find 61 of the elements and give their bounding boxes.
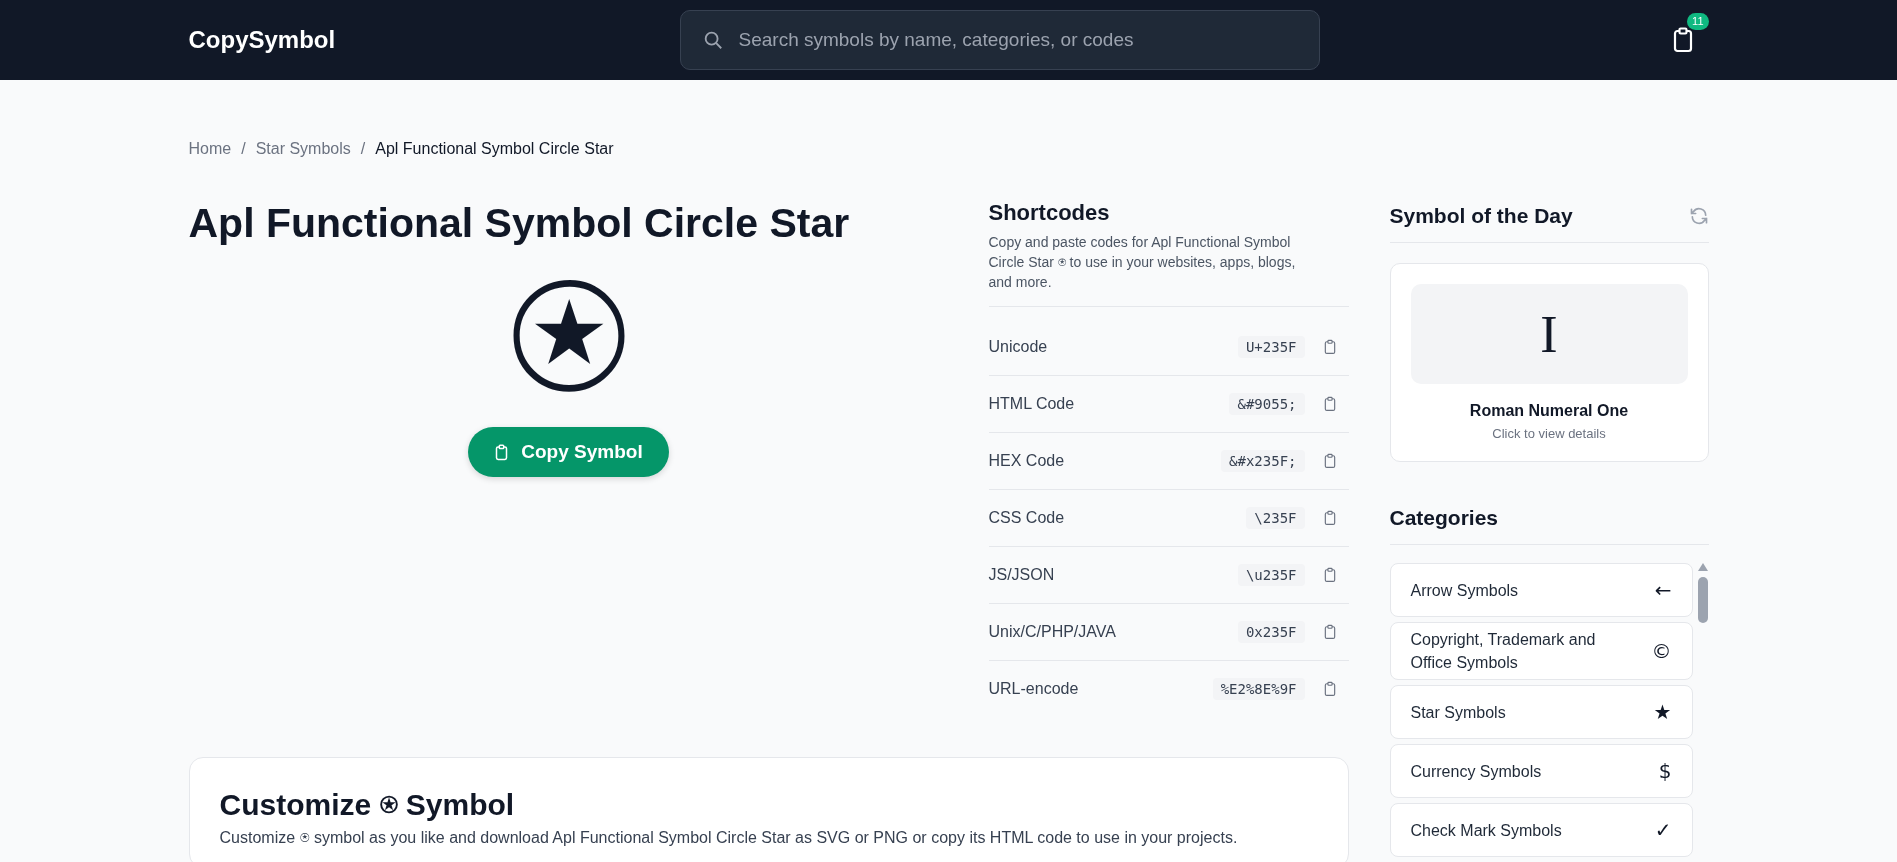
code-value: 0x235F: [1237, 621, 1305, 643]
category-symbol: ←: [1654, 578, 1672, 602]
copy-icon[interactable]: [1322, 567, 1337, 583]
copy-icon[interactable]: [1322, 396, 1337, 412]
category-symbol: ✓: [1654, 818, 1672, 842]
category-name: Star Symbols: [1410, 702, 1507, 723]
scroll-up-icon[interactable]: [1697, 563, 1708, 571]
code-value: U+235F: [1237, 336, 1305, 358]
breadcrumb-separator: /: [241, 140, 246, 158]
category-symbol: ★: [1653, 700, 1672, 724]
code-label: URL-encode: [988, 680, 1080, 698]
breadcrumb-link[interactable]: Home: [188, 140, 232, 158]
category-name: Check Mark Symbols: [1410, 820, 1563, 841]
copy-icon[interactable]: [1322, 510, 1337, 526]
clipboard-icon: [494, 443, 510, 461]
code-label: HEX Code: [988, 452, 1066, 470]
code-value: %E2%8E%9F: [1212, 678, 1305, 700]
symbol-glyph: ⍟: [508, 261, 629, 411]
section-heading: Shortcodes: [988, 200, 1111, 226]
breadcrumb-link[interactable]: Apl Functional Symbol Circle Star: [375, 140, 614, 158]
category-item[interactable]: Arrow Symbols ←: [1389, 563, 1693, 617]
category-name: Arrow Symbols: [1410, 580, 1520, 601]
section-description: Copy and paste codes for Apl Functional Symbol Circle Star ⍟ to use in your websites, apps, blogs, and more.: [988, 232, 1349, 307]
category-item[interactable]: Copyright, Trademark and Office Symbols ©: [1389, 622, 1693, 680]
scrollbar[interactable]: [1696, 563, 1709, 623]
sidebar-heading: Categories: [1389, 506, 1499, 530]
category-item[interactable]: Check Mark Symbols ✓: [1389, 803, 1693, 857]
copy-symbol-button[interactable]: Copy Symbol: [468, 427, 669, 477]
copy-icon[interactable]: [1322, 453, 1337, 469]
category-name: Copyright, Trademark and Office Symbols: [1410, 630, 1597, 673]
code-value: \u235F: [1237, 564, 1305, 586]
category-item[interactable]: Star Symbols ★: [1389, 685, 1693, 739]
logo[interactable]: CopySymbol: [188, 26, 680, 54]
count-badge: 11: [1687, 13, 1709, 30]
code-label: CSS Code: [988, 509, 1066, 527]
section-heading: Customize ⍟ Symbol: [219, 788, 516, 823]
symbol-card[interactable]: I Roman Numeral One Click to view details: [1389, 263, 1709, 462]
refresh-icon[interactable]: [1688, 206, 1709, 226]
code-label: Unix/C/PHP/JAVA: [988, 623, 1117, 641]
symbol-glyph: I: [1540, 304, 1558, 364]
section-description: Customize ⍟ symbol as you like and download Apl Functional Symbol Circle Star as SVG or PNG or copy its HTML code to use in your projects.: [219, 829, 1239, 847]
copy-icon[interactable]: [1322, 624, 1337, 640]
code-value: \235F: [1246, 507, 1305, 529]
category-item[interactable]: Currency Symbols $: [1389, 744, 1693, 798]
code-label: Unicode: [988, 338, 1049, 356]
category-name: Currency Symbols: [1410, 761, 1543, 782]
copy-icon[interactable]: [1322, 681, 1337, 697]
breadcrumb-link[interactable]: Star Symbols: [255, 140, 351, 158]
page-title: Apl Functional Symbol Circle Star: [188, 200, 850, 247]
breadcrumb-separator: /: [360, 140, 366, 158]
code-value: &#x235F;: [1221, 450, 1305, 472]
category-symbol: $: [1658, 759, 1672, 783]
code-label: HTML Code: [988, 395, 1076, 413]
search-field[interactable]: Search symbols by name, categories, or codes: [679, 10, 1320, 70]
copy-icon[interactable]: [1322, 339, 1337, 355]
sidebar-heading: Symbol of the Day: [1389, 204, 1573, 228]
symbol-hint: Click to view details: [1492, 426, 1606, 441]
symbol-name: Roman Numeral One: [1469, 402, 1629, 420]
code-value: &#9055;: [1229, 393, 1305, 415]
code-label: JS/JSON: [988, 566, 1056, 584]
category-symbol: ©: [1651, 639, 1672, 663]
